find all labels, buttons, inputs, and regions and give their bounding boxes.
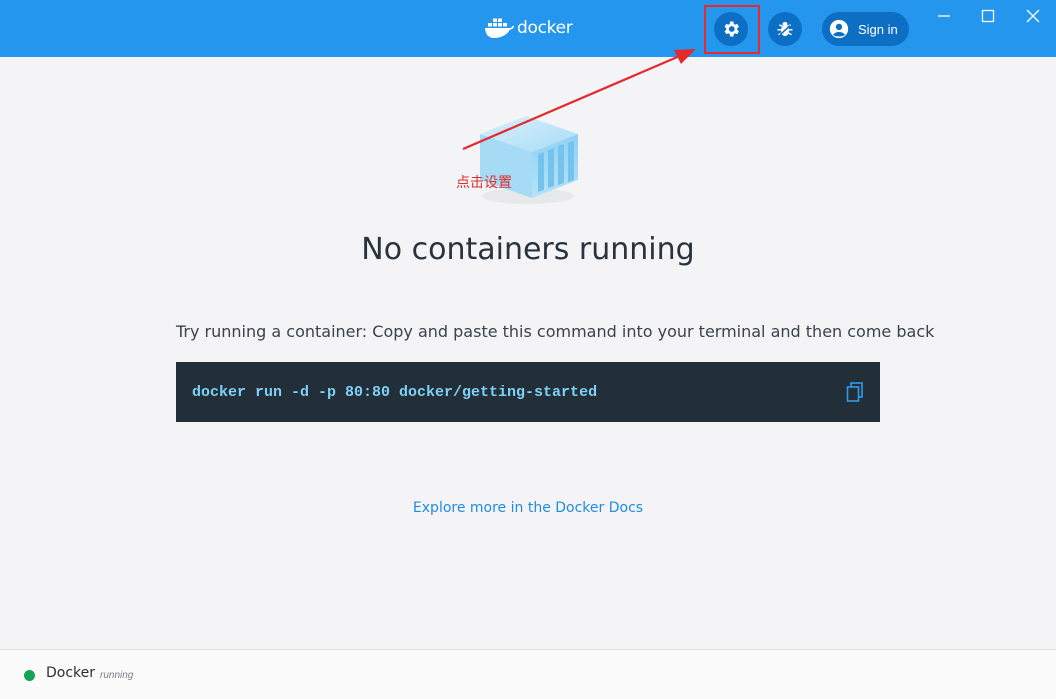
maximize-icon[interactable] — [977, 6, 999, 26]
command-text[interactable]: docker run -d -p 80:80 docker/getting-st… — [192, 384, 597, 401]
container-illustration — [480, 116, 578, 204]
annotation-label: 点击设置 — [456, 175, 512, 191]
troubleshoot-button[interactable] — [768, 12, 802, 46]
sign-in-label: Sign in — [858, 21, 898, 37]
close-icon[interactable] — [1022, 6, 1044, 26]
user-icon — [829, 19, 849, 39]
docker-whale-icon — [485, 18, 514, 38]
bug-icon — [777, 21, 793, 37]
status-app-name: Docker — [46, 665, 96, 681]
command-box: docker run -d -p 80:80 docker/getting-st… — [176, 362, 880, 422]
docs-link[interactable]: Explore more in the Docker Docs — [0, 500, 1056, 516]
logo-text: docker — [517, 18, 573, 38]
sign-in-button[interactable]: Sign in — [822, 12, 909, 46]
settings-highlight-box — [704, 5, 760, 54]
copy-icon[interactable] — [846, 382, 864, 402]
status-text: running — [100, 670, 134, 681]
status-indicator — [24, 670, 35, 681]
status-bar: Docker running — [0, 649, 1056, 699]
minimize-icon[interactable] — [933, 6, 955, 26]
instruction-text: Try running a container: Copy and paste … — [176, 322, 935, 341]
annotation-arrow — [462, 49, 696, 151]
title-bar: docker Sign in — [0, 0, 1056, 57]
docker-logo: docker — [484, 15, 573, 41]
page-title: No containers running — [361, 232, 695, 267]
